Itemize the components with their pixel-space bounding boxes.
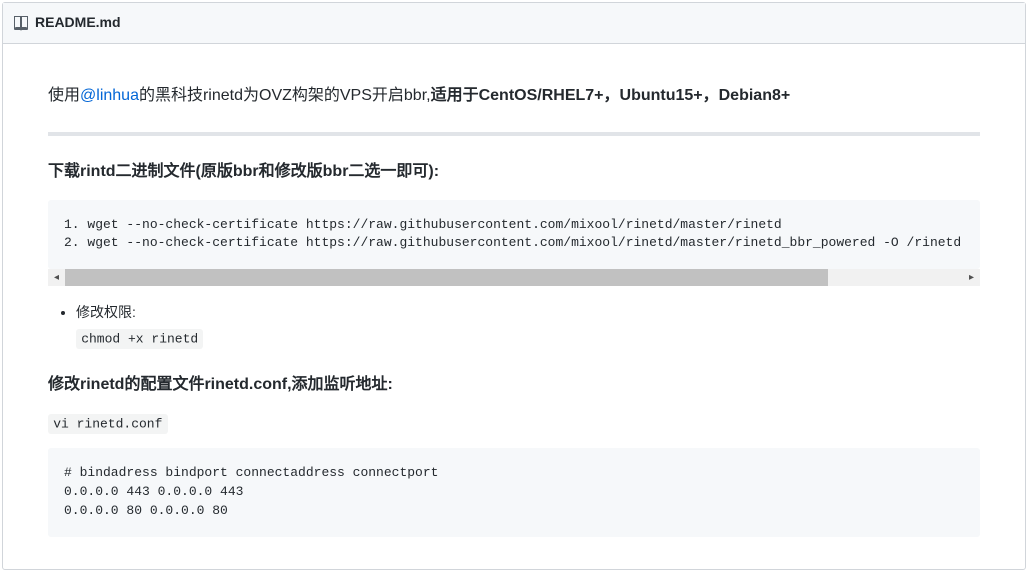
intro-mid: 的黑科技rinetd为OVZ构架的VPS开启bbr,	[139, 87, 431, 104]
scroll-track[interactable]	[65, 269, 963, 286]
readme-filename: README.md	[35, 12, 121, 33]
section2-inline-code-wrap: vi rinetd.conf	[48, 413, 980, 435]
user-mention-link[interactable]: @linhua	[80, 87, 139, 104]
section2-inline-code: vi rinetd.conf	[48, 414, 168, 434]
intro-bold: 适用于CentOS/RHEL7+，Ubuntu15+，Debian8+	[431, 87, 791, 104]
horizontal-scrollbar[interactable]: ◂ ▸	[48, 269, 980, 286]
readme-header: README.md	[3, 3, 1025, 44]
scroll-thumb[interactable]	[65, 269, 828, 286]
scroll-right-button[interactable]: ▸	[963, 269, 980, 286]
divider	[48, 132, 980, 136]
bullet-label: 修改权限:	[76, 302, 980, 323]
code-scroll-wrap: 1. wget --no-check-certificate https://r…	[48, 200, 980, 287]
list-item: 修改权限: chmod +x rinetd	[76, 302, 980, 349]
section2-code-block: # bindadress bindport connectaddress con…	[48, 448, 980, 537]
book-icon	[13, 15, 29, 31]
section2-heading: 修改rinetd的配置文件rinetd.conf,添加监听地址:	[48, 373, 980, 397]
section2-code-text: # bindadress bindport connectaddress con…	[64, 464, 964, 521]
markdown-body: 使用@linhua的黑科技rinetd为OVZ构架的VPS开启bbr,适用于Ce…	[3, 44, 1025, 569]
intro-paragraph: 使用@linhua的黑科技rinetd为OVZ构架的VPS开启bbr,适用于Ce…	[48, 84, 980, 108]
section1-code-block: 1. wget --no-check-certificate https://r…	[48, 200, 980, 270]
readme-container: README.md 使用@linhua的黑科技rinetd为OVZ构架的VPS开…	[2, 2, 1026, 570]
scroll-left-button[interactable]: ◂	[48, 269, 65, 286]
bullet-inline-code: chmod +x rinetd	[76, 329, 203, 349]
bullet-list: 修改权限: chmod +x rinetd	[48, 302, 980, 349]
section1-heading: 下载rintd二进制文件(原版bbr和修改版bbr二选一即可):	[48, 160, 980, 184]
intro-prefix: 使用	[48, 87, 80, 104]
section1-code-text: 1. wget --no-check-certificate https://r…	[64, 216, 964, 254]
